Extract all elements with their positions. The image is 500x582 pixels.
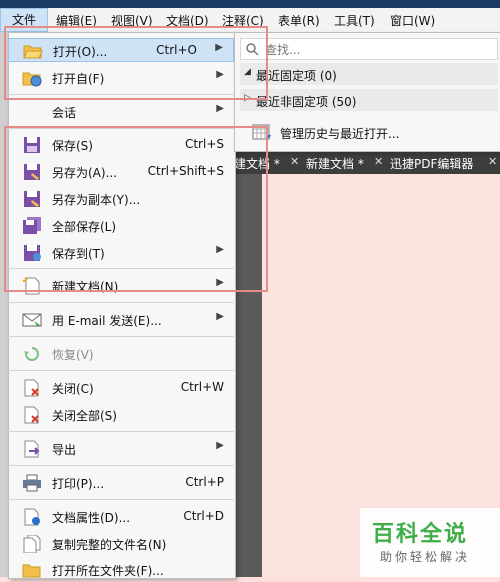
close-document-icon xyxy=(24,379,39,397)
menu-document[interactable]: 文档(D) xyxy=(166,12,209,29)
save-all-icon xyxy=(23,217,41,234)
menu-bar: 文件 编辑(E) 视图(V) 文档(D) 注释(C) 表单(R) 工具(T) 窗… xyxy=(0,8,500,33)
recent-unpinned-group[interactable]: ▷ 最近非固定项 (50) xyxy=(240,89,498,111)
tab-doc-1[interactable]: 建文档 * xyxy=(234,155,280,172)
menu-separator xyxy=(8,499,234,500)
floppy-disk-icon xyxy=(24,137,40,153)
menu-form[interactable]: 表单(R) xyxy=(278,12,320,29)
email-icon xyxy=(22,313,42,327)
menu-item-export[interactable]: 导出 ▶ xyxy=(8,437,234,461)
chevron-right-icon: ▶ xyxy=(216,69,224,80)
save-as-icon xyxy=(24,164,40,180)
tab-close-icon[interactable]: ✕ xyxy=(290,155,299,168)
chevron-right-icon: ▶ xyxy=(215,42,223,53)
new-document-icon xyxy=(23,277,40,295)
menu-separator xyxy=(8,370,234,371)
triangle-down-icon: ◢ xyxy=(244,67,251,77)
document-side-panel xyxy=(232,174,262,577)
menu-item-close[interactable]: 关闭(C) Ctrl+W xyxy=(8,376,234,400)
save-copy-icon xyxy=(24,191,40,207)
chevron-right-icon: ▶ xyxy=(216,244,224,255)
menu-separator xyxy=(8,302,234,303)
export-icon xyxy=(24,440,40,458)
triangle-right-icon: ▷ xyxy=(244,93,251,103)
menu-item-save[interactable]: 保存(S) Ctrl+S xyxy=(8,133,234,157)
tab-bar: 建文档 * ✕ 新建文档 * ✕ 迅捷PDF编辑器 ✕ xyxy=(232,152,500,174)
tab-doc-3[interactable]: 迅捷PDF编辑器 xyxy=(390,155,473,172)
menu-item-new-document[interactable]: 新建文档(N) ▶ xyxy=(8,274,234,298)
menu-item-print[interactable]: 打印(P)... Ctrl+P xyxy=(8,471,234,495)
folder-icon xyxy=(22,564,41,578)
menu-item-close-all[interactable]: 关闭全部(S) xyxy=(8,403,234,427)
menu-file[interactable]: 文件 xyxy=(0,8,48,32)
recent-pinned-group[interactable]: ◢ 最近固定项 (0) xyxy=(240,63,498,85)
menu-item-save-all[interactable]: 全部保存(L) xyxy=(8,214,234,238)
menu-separator xyxy=(8,336,234,337)
menu-item-session[interactable]: 会话 ▶ xyxy=(8,100,234,124)
manage-history-item[interactable]: 管理历史与最近打开... xyxy=(240,120,498,144)
menu-separator xyxy=(8,128,234,129)
left-border xyxy=(0,32,8,577)
printer-icon xyxy=(23,474,41,492)
menu-item-open[interactable]: 打开(O)... Ctrl+O ▶ xyxy=(8,38,234,62)
tab-close-icon[interactable]: ✕ xyxy=(488,155,497,168)
menu-view[interactable]: 视图(V) xyxy=(111,12,153,29)
folder-open-icon xyxy=(23,45,43,59)
menu-tools[interactable]: 工具(T) xyxy=(334,12,375,29)
menu-item-copy-filename[interactable]: 复制完整的文件名(N) xyxy=(8,532,234,556)
menu-edit[interactable]: 编辑(E) xyxy=(56,12,97,29)
tab-close-icon[interactable]: ✕ xyxy=(374,155,383,168)
chevron-right-icon: ▶ xyxy=(216,311,224,322)
copy-document-icon xyxy=(23,535,41,553)
menu-item-save-to[interactable]: 保存到(T) ▶ xyxy=(8,241,234,265)
menu-separator xyxy=(8,268,234,269)
chevron-right-icon: ▶ xyxy=(216,103,224,114)
menu-item-open-folder[interactable]: 打开所在文件夹(F)... xyxy=(8,558,234,582)
menu-item-save-as[interactable]: 另存为(A)... Ctrl+Shift+S xyxy=(8,160,234,184)
calendar-history-icon xyxy=(252,124,271,140)
tab-doc-2[interactable]: 新建文档 * xyxy=(306,155,364,172)
menu-comment[interactable]: 注释(C) xyxy=(222,12,264,29)
chevron-right-icon: ▶ xyxy=(216,440,224,451)
menu-item-restore[interactable]: 恢复(V) xyxy=(8,342,234,366)
watermark: 百科全说 助你轻松解决 xyxy=(360,508,500,577)
menu-separator xyxy=(8,431,234,432)
close-all-icon xyxy=(24,406,39,424)
menu-separator xyxy=(8,465,234,466)
recent-search-input[interactable] xyxy=(263,41,487,59)
document-info-icon xyxy=(24,508,40,526)
menu-item-save-copy[interactable]: 另存为副本(Y)... xyxy=(8,187,234,211)
menu-item-properties[interactable]: 文档属性(D)... Ctrl+D xyxy=(8,505,234,529)
search-icon xyxy=(246,43,259,56)
menu-item-email[interactable]: 用 E-mail 发送(E)... ▶ xyxy=(8,308,234,332)
menu-item-open-from[interactable]: 打开自(F) ▶ xyxy=(8,66,234,90)
title-bar-strip xyxy=(0,0,500,8)
chevron-right-icon: ▶ xyxy=(216,277,224,288)
restore-icon xyxy=(24,347,39,361)
recent-search-box[interactable] xyxy=(240,38,498,60)
menu-window[interactable]: 窗口(W) xyxy=(390,12,435,29)
menu-separator xyxy=(8,94,234,95)
folder-globe-icon xyxy=(22,72,42,87)
save-to-icon xyxy=(24,245,41,261)
